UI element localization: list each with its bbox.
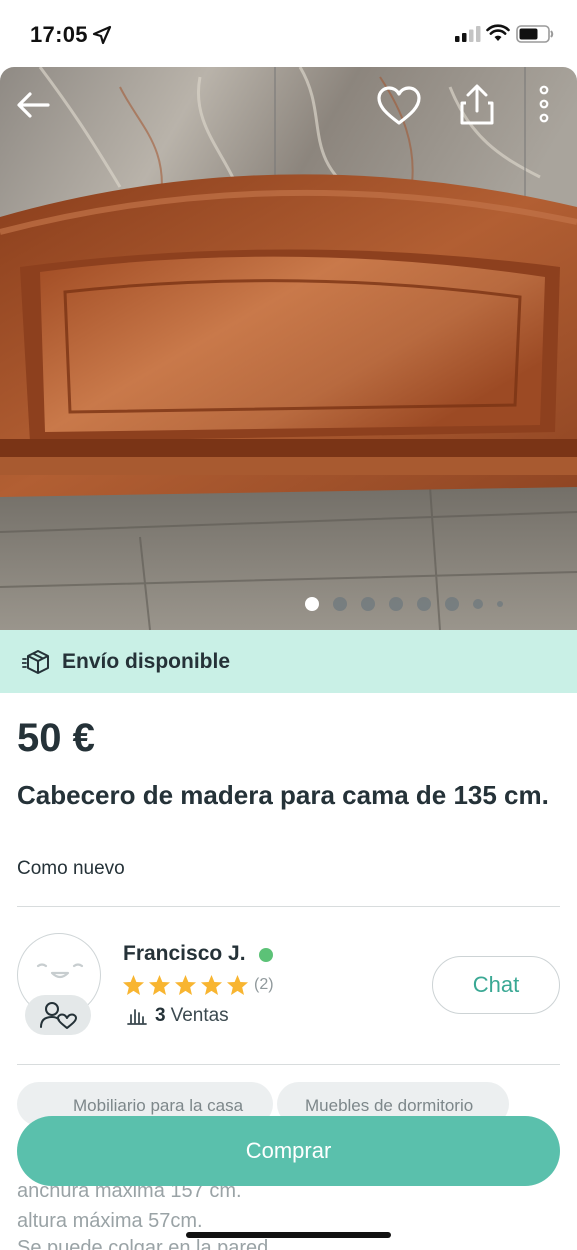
shipping-label: Envío disponible	[62, 649, 231, 673]
wifi-icon	[486, 24, 510, 41]
carousel-dots[interactable]	[305, 597, 503, 611]
carousel-dot[interactable]	[473, 599, 483, 609]
product-photo-carousel[interactable]	[0, 67, 577, 630]
divider	[17, 906, 560, 907]
status-bar: 17:05	[0, 0, 577, 68]
product-photo	[0, 67, 577, 630]
star-icon	[200, 974, 223, 996]
rating-count: (2)	[254, 976, 274, 993]
carousel-dot[interactable]	[305, 597, 319, 611]
signal-icon	[455, 26, 481, 42]
home-indicator	[186, 1232, 391, 1238]
seller-rating[interactable]: (2)	[122, 974, 274, 996]
heart-icon[interactable]	[376, 85, 422, 127]
buy-button[interactable]: Comprar	[17, 1116, 560, 1186]
category-chip-label: Mobiliario para la casa	[73, 1096, 244, 1115]
share-icon[interactable]	[458, 83, 496, 127]
location-arrow-icon	[92, 25, 112, 45]
shipping-banner: Envío disponible	[0, 630, 577, 693]
carousel-dot[interactable]	[389, 597, 403, 611]
description-line: Se puede colgar en la pared	[17, 1237, 269, 1250]
online-status-dot	[259, 948, 273, 962]
battery-icon	[516, 25, 554, 43]
price: 50 €	[17, 716, 95, 760]
carousel-dot[interactable]	[333, 597, 347, 611]
star-icon	[226, 974, 249, 996]
sales-summary: 3 Ventas	[127, 1005, 229, 1027]
carousel-dot[interactable]	[417, 597, 431, 611]
category-chip-label: Muebles de dormitorio	[305, 1096, 474, 1115]
star-icon	[174, 974, 197, 996]
star-icon	[148, 974, 171, 996]
divider	[17, 1064, 560, 1065]
chat-button[interactable]: Chat	[432, 956, 560, 1014]
package-icon	[22, 649, 49, 674]
sales-label: Ventas	[170, 1005, 229, 1026]
listing-title: Cabecero de madera para cama de 135 cm.	[17, 780, 549, 810]
seller-name[interactable]: Francisco J.	[123, 942, 246, 966]
back-arrow-icon[interactable]	[14, 87, 52, 123]
sales-chart-icon	[127, 1009, 147, 1025]
sales-count: 3	[155, 1005, 166, 1026]
profile-heart-icon	[40, 1002, 77, 1029]
condition-label: Como nuevo	[17, 858, 125, 879]
star-icon	[122, 974, 145, 996]
status-time: 17:05	[30, 22, 88, 47]
carousel-dot[interactable]	[445, 597, 459, 611]
carousel-dot[interactable]	[361, 597, 375, 611]
description-line: altura máxima 57cm.	[17, 1210, 203, 1232]
carousel-dot[interactable]	[497, 601, 503, 607]
profile-badge	[25, 995, 91, 1035]
more-vertical-icon[interactable]	[536, 85, 552, 125]
